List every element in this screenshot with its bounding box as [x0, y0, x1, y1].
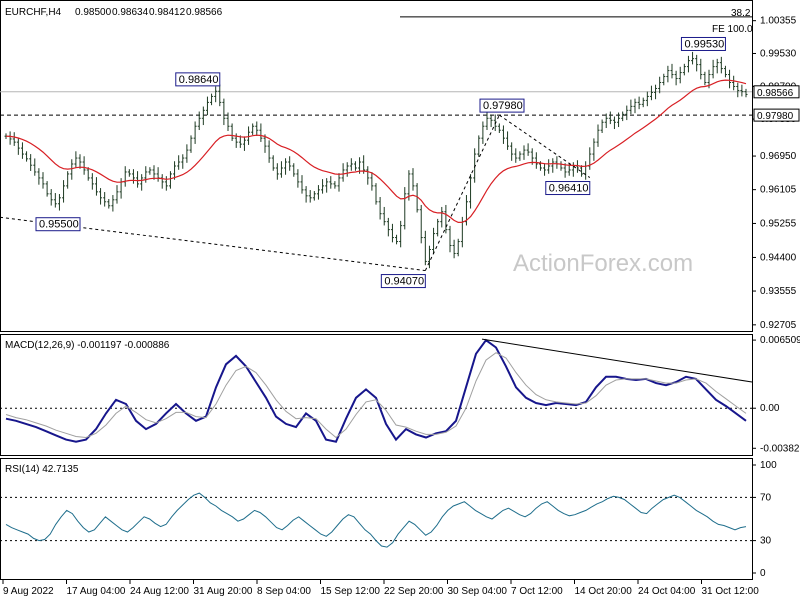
ohlc-low: 0.98412: [149, 7, 186, 18]
price-tick-label: 1.00355: [760, 16, 797, 27]
ohlc-close: 0.98566: [186, 7, 223, 18]
rsi-panel-frame: [0, 458, 753, 580]
annotation-label: 0.96410: [549, 183, 589, 195]
price-tick-label: 0.99530: [760, 48, 797, 59]
rsi-tick-label: 0: [760, 568, 766, 579]
price-tick-label: 0.93555: [760, 286, 797, 297]
fe-100-label: FE 100.0: [712, 24, 753, 35]
price-tick-label: 0.92705: [760, 320, 797, 331]
watermark: ActionForex.com: [513, 250, 693, 277]
price-tick-label: 0.96950: [760, 151, 797, 162]
macd-panel-frame: [0, 334, 753, 456]
rsi-axis: 100 70 30 0: [752, 460, 777, 579]
chart-canvas: ActionForex.com 0.95500 0.98640 0.94070 0.9…: [0, 0, 800, 597]
x-tick-label: 24 Oct 04:00: [638, 586, 696, 597]
macd-tick-label: 0.00: [760, 403, 780, 414]
x-tick-label: 31 Oct 12:00: [702, 586, 760, 597]
annotation-label: 0.94070: [384, 276, 424, 288]
macd-axis: 0.006509 0.00 -0.003828: [752, 335, 800, 454]
annotation-label: 0.99530: [684, 38, 724, 50]
macd-tick-label: -0.003828: [760, 443, 800, 454]
price-title: EURCHF,H4: [5, 7, 62, 18]
x-tick-label: 9 Aug 2022: [3, 586, 54, 597]
annotation-label: 0.95500: [39, 219, 79, 231]
support-price-label: 0.97980: [757, 111, 794, 122]
macd-tick-label: 0.006509: [760, 335, 800, 346]
price-panel-frame: [0, 0, 753, 332]
rsi-tick-label: 100: [760, 460, 777, 471]
x-tick-label: 8 Sep 04:00: [257, 586, 311, 597]
x-axis: 9 Aug 2022 17 Aug 04:00 24 Aug 12:00 31 Aug…: [2, 580, 760, 597]
x-tick-label: 24 Aug 12:00: [130, 586, 189, 597]
price-tick-label: 0.94400: [760, 252, 797, 263]
macd-title: MACD(12,26,9) -0.001197 -0.000886: [5, 340, 170, 351]
rsi-title: RSI(14) 42.7135: [5, 464, 79, 475]
x-tick-label: 17 Aug 04:00: [67, 586, 126, 597]
x-tick-label: 14 Oct 20:00: [575, 586, 633, 597]
ohlc-open: 0.98500: [75, 7, 112, 18]
price-axis: 1.003550.995300.987000.978800.969500.961…: [752, 16, 800, 331]
rsi-tick-label: 70: [760, 492, 772, 503]
x-tick-label: 15 Sep 12:00: [321, 586, 381, 597]
x-tick-label: 7 Oct 12:00: [511, 586, 563, 597]
price-tick-label: 0.95255: [760, 218, 797, 229]
price-tick-label: 0.96105: [760, 185, 797, 196]
ohlc-high: 0.98634: [112, 7, 149, 18]
x-tick-label: 22 Sep 20:00: [384, 586, 444, 597]
x-tick-label: 31 Aug 20:00: [194, 586, 253, 597]
annotation-label: 0.97980: [483, 100, 523, 112]
x-tick-label: 30 Sep 04:00: [448, 586, 508, 597]
current-price-label: 0.98566: [757, 88, 794, 99]
rsi-tick-label: 30: [760, 536, 772, 547]
fib-38-label: 38.2: [731, 8, 751, 19]
annotation-label: 0.98640: [179, 74, 219, 86]
